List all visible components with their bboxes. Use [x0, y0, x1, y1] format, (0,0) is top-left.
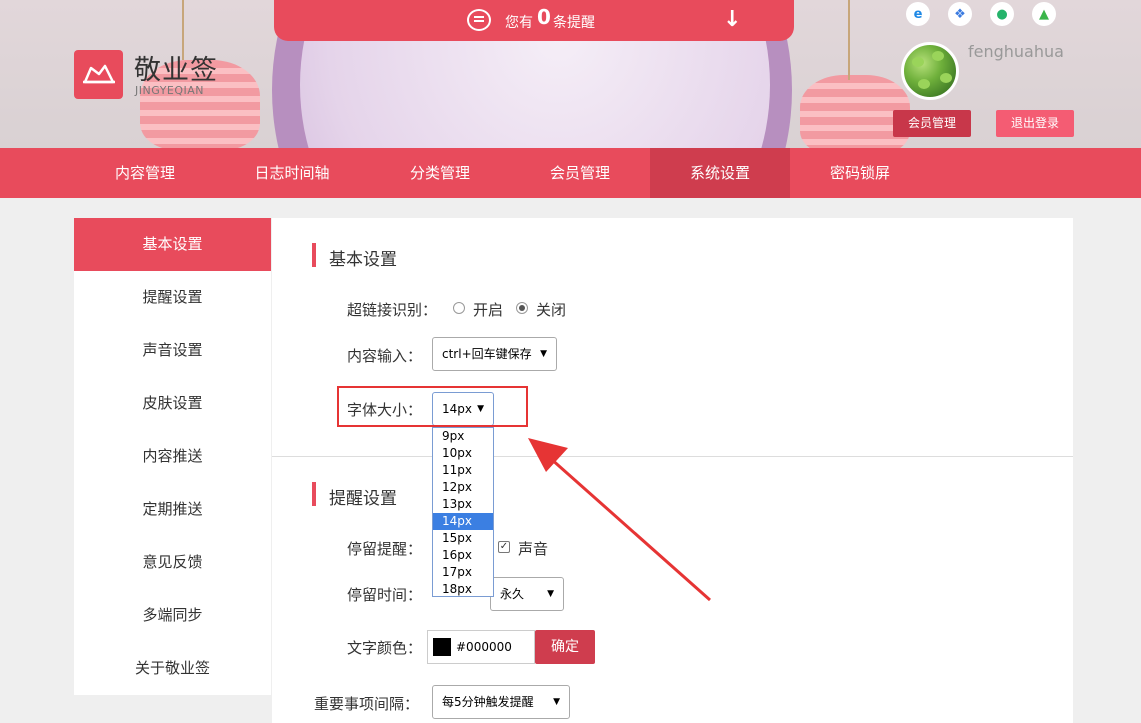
font-size-option[interactable]: 16px — [433, 547, 493, 564]
brand-name: 敬业签 — [134, 55, 218, 86]
text-color-label: 文字颜色： — [347, 639, 423, 657]
main-nav: 内容管理 日志时间轴 分类管理 会员管理 系统设置 密码锁屏 — [0, 148, 1141, 198]
brand-subtitle: JINGYEQIAN — [135, 84, 205, 97]
android-icon[interactable]: ▲ — [1032, 2, 1056, 26]
ie-icon[interactable]: e — [906, 2, 930, 26]
font-size-option[interactable]: 17px — [433, 564, 493, 581]
nav-log-timeline[interactable]: 日志时间轴 — [222, 148, 362, 198]
nav-system-settings[interactable]: 系统设置 — [650, 148, 790, 198]
color-swatch — [433, 638, 451, 656]
font-size-option-selected[interactable]: 14px — [433, 513, 493, 530]
annotation-arrow-icon — [528, 438, 711, 602]
section-marker — [312, 243, 316, 267]
content-input-select[interactable]: ctrl+回车键保存 ▼ — [432, 337, 557, 371]
content-input-value: ctrl+回车键保存 — [442, 347, 532, 361]
link-on-label[interactable]: 开启 — [473, 299, 503, 320]
lantern-string-right — [848, 0, 850, 80]
confirm-color-button[interactable]: 确定 — [535, 630, 595, 664]
annotation-highlight-box — [337, 386, 528, 427]
nav-password-lock[interactable]: 密码锁屏 — [790, 148, 930, 198]
interval-select[interactable]: 每5分钟触发提醒 ▼ — [432, 685, 570, 719]
chat-bubble-icon — [467, 9, 491, 31]
caret-down-icon: ▼ — [553, 697, 560, 707]
link-on-radio[interactable] — [453, 302, 465, 314]
font-size-option[interactable]: 9px — [433, 428, 493, 445]
font-size-option[interactable]: 13px — [433, 496, 493, 513]
link-off-radio[interactable] — [516, 302, 528, 314]
avatar[interactable] — [901, 42, 959, 100]
apple-icon[interactable]: ● — [990, 2, 1014, 26]
notice-suffix: 条提醒 — [553, 15, 595, 31]
notice-prefix: 您有 — [505, 15, 533, 31]
section-marker — [312, 482, 316, 506]
stay-remind-label: 停留提醒： — [347, 540, 423, 558]
sound-checkbox[interactable]: ✓ — [498, 541, 510, 553]
sidebar-item-scheduled-push[interactable]: 定期推送 — [74, 483, 271, 536]
text-color-input[interactable]: #000000 — [427, 630, 535, 664]
settings-sidebar: 基本设置 提醒设置 声音设置 皮肤设置 内容推送 定期推送 意见反馈 多端同步 … — [74, 218, 271, 695]
section-title-remind: 提醒设置 — [329, 489, 397, 509]
section-title-basic: 基本设置 — [329, 250, 397, 270]
arrow-down-icon[interactable]: ↓ — [723, 7, 741, 32]
logout-button[interactable]: 退出登录 — [996, 110, 1074, 137]
font-size-option[interactable]: 12px — [433, 479, 493, 496]
font-size-dropdown[interactable]: 9px 10px 11px 12px 13px 14px 15px 16px 1… — [432, 427, 494, 597]
sidebar-item-push[interactable]: 内容推送 — [74, 430, 271, 483]
font-size-option[interactable]: 18px — [433, 581, 493, 598]
sidebar-item-sync[interactable]: 多端同步 — [74, 589, 271, 642]
font-size-option[interactable]: 11px — [433, 462, 493, 479]
link-recognition-label: 超链接识别： — [347, 301, 438, 319]
sidebar-item-basic[interactable]: 基本设置 — [74, 218, 271, 271]
sidebar-item-feedback[interactable]: 意见反馈 — [74, 536, 271, 589]
reminder-notice-bar[interactable]: 您有 0 条提醒 ↓ — [274, 0, 794, 41]
sidebar-item-about[interactable]: 关于敬业签 — [74, 642, 271, 695]
notice-count: 0 — [537, 5, 551, 29]
app-logo[interactable] — [74, 50, 123, 99]
interval-label: 重要事项间隔： — [314, 695, 420, 713]
sidebar-item-sound[interactable]: 声音设置 — [74, 324, 271, 377]
nav-member-management[interactable]: 会员管理 — [510, 148, 650, 198]
nav-category-management[interactable]: 分类管理 — [370, 148, 510, 198]
font-size-option[interactable]: 10px — [433, 445, 493, 462]
content-input-label: 内容输入： — [347, 347, 423, 365]
bag-logo-icon — [83, 64, 115, 84]
nav-content-management[interactable]: 内容管理 — [75, 148, 215, 198]
username: fenghuahua — [968, 42, 1064, 61]
font-size-option[interactable]: 15px — [433, 530, 493, 547]
color-hex-value: #000000 — [456, 640, 512, 654]
member-management-button[interactable]: 会员管理 — [893, 110, 971, 137]
link-off-label[interactable]: 关闭 — [536, 299, 566, 320]
sidebar-item-remind[interactable]: 提醒设置 — [74, 271, 271, 324]
caret-down-icon: ▼ — [540, 349, 547, 359]
stay-time-label: 停留时间： — [347, 586, 423, 604]
interval-value: 每5分钟触发提醒 — [442, 695, 534, 709]
sidebar-item-skin[interactable]: 皮肤设置 — [74, 377, 271, 430]
windows-icon[interactable]: ❖ — [948, 2, 972, 26]
